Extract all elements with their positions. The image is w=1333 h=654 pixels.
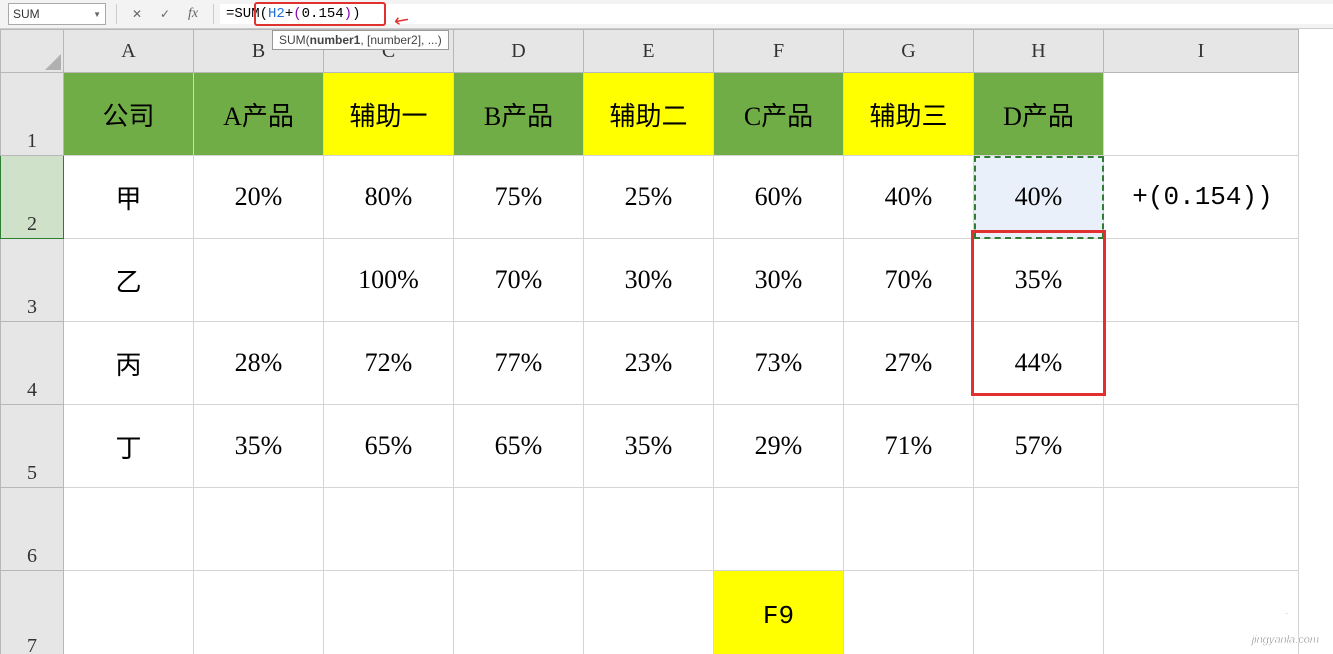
cell-A6[interactable] [64,488,194,571]
cell-F7[interactable]: F9 [714,571,844,654]
cell-I2[interactable]: +(0.154)) [1104,156,1299,239]
col-header-H[interactable]: H [974,30,1104,73]
cell-G5[interactable]: 71% [844,405,974,488]
cell-H6[interactable] [974,488,1104,571]
cell-A1[interactable]: 公司 [64,73,194,156]
row-header-1[interactable]: 1 [1,73,64,156]
cell-F2[interactable]: 60% [714,156,844,239]
cell-I3[interactable] [1104,239,1299,322]
function-tooltip: SUM(number1, [number2], ...) [272,30,449,50]
cell-E4[interactable]: 23% [584,322,714,405]
cell-B7[interactable] [194,571,324,654]
cell-E2[interactable]: 25% [584,156,714,239]
cell-I6[interactable] [1104,488,1299,571]
cell-E7[interactable] [584,571,714,654]
cell-A2[interactable]: 甲 [64,156,194,239]
col-header-G[interactable]: G [844,30,974,73]
name-box-dropdown-icon[interactable]: ▼ [93,10,101,19]
cell-D1[interactable]: B产品 [454,73,584,156]
cell-B2[interactable]: 20% [194,156,324,239]
cell-G4[interactable]: 27% [844,322,974,405]
cell-B1[interactable]: A产品 [194,73,324,156]
cell-F5[interactable]: 29% [714,405,844,488]
cell-G2[interactable]: 40% [844,156,974,239]
cell-G3[interactable]: 70% [844,239,974,322]
col-header-D[interactable]: D [454,30,584,73]
cell-F3[interactable]: 30% [714,239,844,322]
cell-E3[interactable]: 30% [584,239,714,322]
row-header-6[interactable]: 6 [1,488,64,571]
cell-B4[interactable]: 28% [194,322,324,405]
fx-button[interactable]: fx [183,6,203,22]
col-header-F[interactable]: F [714,30,844,73]
separator [213,4,214,24]
cell-H1[interactable]: D产品 [974,73,1104,156]
cell-D2[interactable]: 75% [454,156,584,239]
cell-C1[interactable]: 辅助一 [324,73,454,156]
row-header-7[interactable]: 7 [1,571,64,654]
cell-I1[interactable] [1104,73,1299,156]
cell-G7[interactable] [844,571,974,654]
cell-H7[interactable] [974,571,1104,654]
name-box[interactable]: SUM ▼ [8,3,106,25]
cell-G6[interactable] [844,488,974,571]
cell-D6[interactable] [454,488,584,571]
cell-A3[interactable]: 乙 [64,239,194,322]
cell-H3[interactable]: 35% [974,239,1104,322]
row-header-3[interactable]: 3 [1,239,64,322]
cell-D3[interactable]: 70% [454,239,584,322]
cell-B3[interactable] [194,239,324,322]
cell-E5[interactable]: 35% [584,405,714,488]
row-header-5[interactable]: 5 [1,405,64,488]
cell-A7[interactable] [64,571,194,654]
cell-A4[interactable]: 丙 [64,322,194,405]
cell-D4[interactable]: 77% [454,322,584,405]
row-header-4[interactable]: 4 [1,322,64,405]
watermark: 经验啦 ✓ jingyanla.com [1232,602,1319,646]
cell-F4[interactable]: 73% [714,322,844,405]
confirm-formula-button[interactable]: ✓ [155,7,175,21]
cell-H4[interactable]: 44% [974,322,1104,405]
row-header-2[interactable]: 2 [1,156,64,239]
cell-E1[interactable]: 辅助二 [584,73,714,156]
spreadsheet-grid[interactable]: A B C D E F G H I 1 公司 A产品 辅助一 B产品 辅助二 C… [0,29,1299,654]
cell-C7[interactable] [324,571,454,654]
cell-D7[interactable] [454,571,584,654]
cell-E6[interactable] [584,488,714,571]
select-all-corner[interactable] [1,30,64,73]
cell-C4[interactable]: 72% [324,322,454,405]
cell-B6[interactable] [194,488,324,571]
cell-D5[interactable]: 65% [454,405,584,488]
cell-H2[interactable]: 40% [974,156,1104,239]
cell-G1[interactable]: 辅助三 [844,73,974,156]
cell-C2[interactable]: 80% [324,156,454,239]
name-box-value: SUM [13,7,40,21]
cancel-formula-button[interactable]: ✕ [127,7,147,21]
cell-C3[interactable]: 100% [324,239,454,322]
col-header-A[interactable]: A [64,30,194,73]
cell-C6[interactable] [324,488,454,571]
cell-F6[interactable] [714,488,844,571]
col-header-I[interactable]: I [1104,30,1299,73]
separator [116,4,117,24]
formula-text: =SUM(H2+(0.154)) [226,6,360,22]
formula-input[interactable]: =SUM(H2+(0.154)) [220,4,1333,24]
cell-H5[interactable]: 57% [974,405,1104,488]
cell-A5[interactable]: 丁 [64,405,194,488]
cell-I4[interactable] [1104,322,1299,405]
cell-C5[interactable]: 65% [324,405,454,488]
cell-F1[interactable]: C产品 [714,73,844,156]
cell-B5[interactable]: 35% [194,405,324,488]
col-header-E[interactable]: E [584,30,714,73]
cell-I5[interactable] [1104,405,1299,488]
